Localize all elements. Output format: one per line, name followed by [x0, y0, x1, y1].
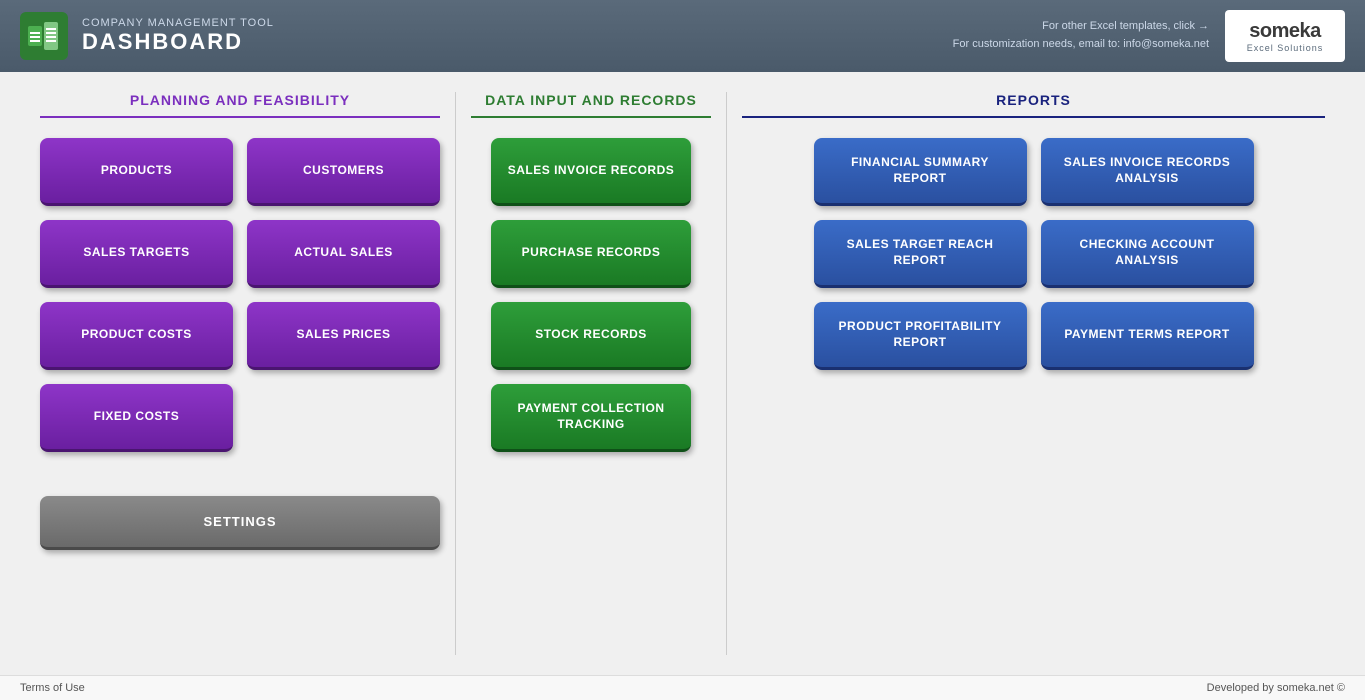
- footer: Terms of Use Developed by someka.net ©: [0, 675, 1365, 700]
- payment-collection-btn[interactable]: PAYMENT COLLECTION TRACKING: [491, 384, 691, 452]
- payment-terms-btn[interactable]: PAYMENT TERMS REPORT: [1041, 302, 1254, 370]
- promo-line1: For other Excel templates, click →: [953, 18, 1209, 36]
- app-logo-icon: [20, 12, 68, 60]
- dashboard-title: DASHBOARD: [82, 29, 274, 55]
- stock-records-btn[interactable]: STOCK RECORDS: [491, 302, 691, 370]
- product-profitability-btn[interactable]: PRODUCT PROFITABILITY REPORT: [814, 302, 1027, 370]
- sales-prices-btn[interactable]: SALES PRICES: [247, 302, 440, 370]
- checking-account-btn[interactable]: CHECKING ACCOUNT ANALYSIS: [1041, 220, 1254, 288]
- reports-section: REPORTS FINANCIAL SUMMARY REPORT SALES I…: [732, 92, 1335, 655]
- divider-2: [726, 92, 727, 655]
- data-title: DATA INPUT AND RECORDS: [471, 92, 711, 118]
- reports-buttons: FINANCIAL SUMMARY REPORT SALES INVOICE R…: [814, 138, 1254, 370]
- product-costs-btn[interactable]: PRODUCT COSTS: [40, 302, 233, 370]
- someka-sub: Excel Solutions: [1247, 43, 1324, 53]
- sales-invoice-analysis-btn[interactable]: SALES INVOICE RECORDS ANALYSIS: [1041, 138, 1254, 206]
- products-btn[interactable]: PRODUCTS: [40, 138, 233, 206]
- someka-name: someka: [1249, 20, 1321, 43]
- purchase-records-btn[interactable]: PURCHASE RECORDS: [491, 220, 691, 288]
- header-title-block: COMPANY MANAGEMENT TOOL DASHBOARD: [82, 17, 274, 55]
- data-buttons: SALES INVOICE RECORDS PURCHASE RECORDS S…: [491, 138, 691, 452]
- sales-target-reach-btn[interactable]: SALES TARGET REACH REPORT: [814, 220, 1027, 288]
- divider-1: [455, 92, 456, 655]
- customers-btn[interactable]: CUSTOMERS: [247, 138, 440, 206]
- sections-row: PLANNING AND FEASIBILITY PRODUCTS CUSTOM…: [30, 92, 1335, 655]
- promo-line2: For customization needs, email to: info@…: [953, 36, 1209, 54]
- company-label: COMPANY MANAGEMENT TOOL: [82, 17, 274, 29]
- header-right: For other Excel templates, click → For c…: [953, 10, 1345, 62]
- planning-buttons: PRODUCTS CUSTOMERS SALES TARGETS ACTUAL …: [40, 138, 440, 550]
- main-content: PLANNING AND FEASIBILITY PRODUCTS CUSTOM…: [0, 72, 1365, 675]
- planning-section: PLANNING AND FEASIBILITY PRODUCTS CUSTOM…: [30, 92, 450, 655]
- planning-title: PLANNING AND FEASIBILITY: [40, 92, 440, 118]
- someka-logo: someka Excel Solutions: [1225, 10, 1345, 62]
- reports-title: REPORTS: [742, 92, 1325, 118]
- data-section: DATA INPUT AND RECORDS SALES INVOICE REC…: [461, 92, 721, 655]
- footer-left[interactable]: Terms of Use: [20, 682, 85, 694]
- settings-btn[interactable]: SETTINGS: [40, 496, 440, 550]
- promo-text-block: For other Excel templates, click → For c…: [953, 18, 1209, 53]
- header-left: COMPANY MANAGEMENT TOOL DASHBOARD: [20, 12, 274, 60]
- sales-invoice-btn[interactable]: SALES INVOICE RECORDS: [491, 138, 691, 206]
- actual-sales-btn[interactable]: ACTUAL SALES: [247, 220, 440, 288]
- header: COMPANY MANAGEMENT TOOL DASHBOARD For ot…: [0, 0, 1365, 72]
- footer-right: Developed by someka.net ©: [1207, 682, 1345, 694]
- settings-wrapper: SETTINGS: [40, 496, 440, 550]
- financial-summary-btn[interactable]: FINANCIAL SUMMARY REPORT: [814, 138, 1027, 206]
- sales-targets-btn[interactable]: SALES TARGETS: [40, 220, 233, 288]
- fixed-costs-btn[interactable]: FIXED COSTS: [40, 384, 233, 452]
